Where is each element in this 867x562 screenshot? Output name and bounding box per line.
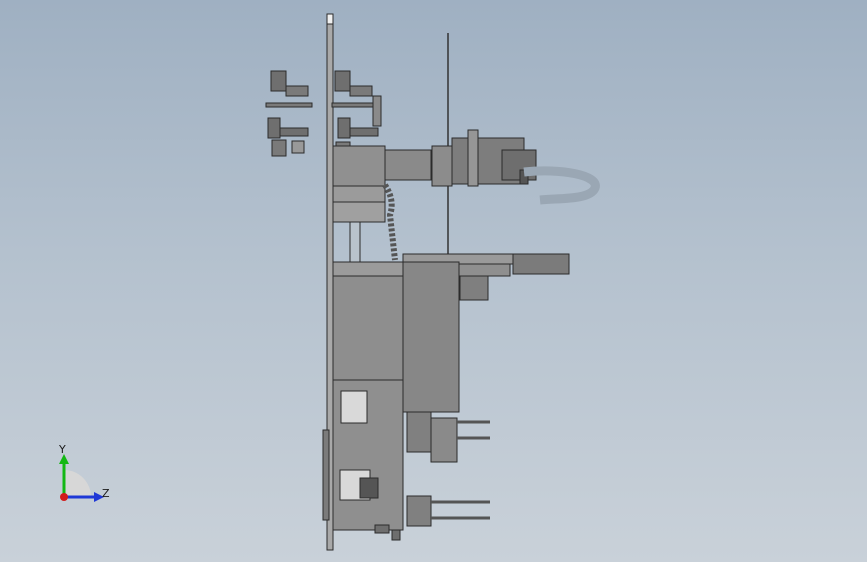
servo-motor	[512, 253, 570, 275]
axis-y-label: Y	[59, 443, 66, 456]
axis-z-label: Z	[102, 487, 110, 500]
column-body	[332, 275, 404, 381]
machine-assembly-model[interactable]	[0, 0, 867, 562]
head-block	[332, 145, 386, 187]
x-axis-dot	[60, 493, 68, 501]
column-housing	[402, 261, 460, 413]
air-hose	[523, 166, 600, 205]
cable-chain	[382, 183, 398, 261]
axis-triad[interactable]	[40, 440, 130, 515]
right-sensor-group	[331, 70, 382, 159]
cad-viewport[interactable]: Y Z	[0, 0, 867, 562]
left-sensor-group	[265, 70, 313, 157]
lower-cylinders	[406, 411, 490, 527]
